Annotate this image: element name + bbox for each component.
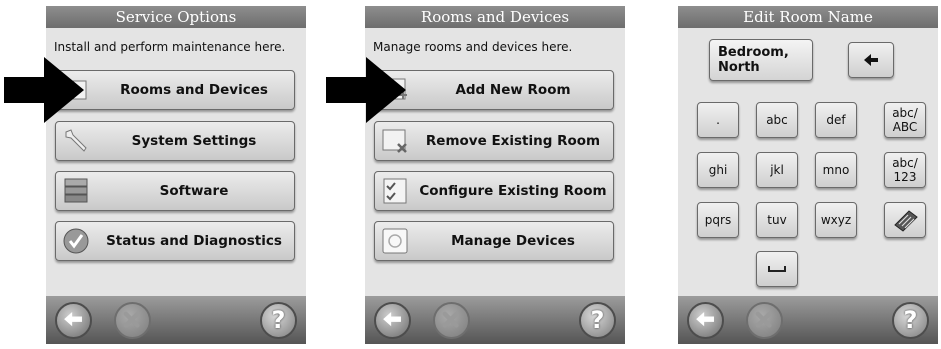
remove-existing-room-button[interactable]: Remove Existing Room (374, 121, 614, 161)
back-arrow-icon (696, 312, 714, 327)
key-space[interactable] (756, 251, 798, 287)
cancel-button[interactable] (746, 302, 783, 339)
device-icon (382, 228, 408, 254)
bottom-toolbar: ? (365, 296, 625, 344)
bottom-toolbar: ? (678, 296, 938, 344)
backspace-button[interactable] (848, 42, 894, 78)
help-icon: ? (590, 306, 605, 334)
checkmark-icon (63, 228, 89, 254)
remove-room-icon (382, 129, 407, 153)
screen-subtitle: Install and perform maintenance here. (54, 40, 286, 54)
help-icon: ? (903, 306, 918, 334)
cancel-button[interactable] (114, 302, 151, 339)
software-button[interactable]: Software (55, 171, 295, 211)
button-label: System Settings (131, 133, 257, 149)
back-button[interactable] (374, 302, 411, 339)
key-mno[interactable]: mno (815, 152, 857, 188)
key-ghi[interactable]: ghi (697, 152, 739, 188)
screen-subtitle: Manage rooms and devices here. (373, 40, 573, 54)
screen-title: Service Options (46, 6, 306, 28)
key-case-toggle[interactable]: abc/ ABC (884, 102, 926, 138)
cancel-button[interactable] (433, 302, 470, 339)
button-label: Configure Existing Room (419, 183, 607, 199)
key-abc[interactable]: abc (756, 102, 798, 138)
status-and-diagnostics-button[interactable]: Status and Diagnostics (55, 221, 295, 261)
key-pqrs[interactable]: pqrs (697, 202, 739, 238)
key-numeric-toggle[interactable]: abc/ 123 (884, 152, 926, 188)
space-bar-icon (768, 266, 786, 272)
help-button[interactable]: ? (260, 302, 297, 339)
button-label: Manage Devices (451, 233, 575, 249)
system-settings-button[interactable]: System Settings (55, 121, 295, 161)
manage-devices-button[interactable]: Manage Devices (374, 221, 614, 261)
configure-checklist-icon (383, 178, 407, 204)
help-icon: ? (271, 306, 286, 334)
cancel-x-icon (755, 311, 772, 328)
button-label: Remove Existing Room (425, 133, 601, 149)
wrench-icon (65, 129, 87, 152)
add-new-room-button[interactable]: Add New Room (374, 70, 614, 110)
cancel-x-icon (442, 311, 459, 328)
cancel-x-icon (123, 311, 140, 328)
screen-title: Edit Room Name (678, 6, 938, 28)
configure-existing-room-button[interactable]: Configure Existing Room (374, 171, 614, 211)
button-label: Status and Diagnostics (106, 233, 282, 249)
key-period[interactable]: . (697, 102, 739, 138)
edit-room-name-screen: Edit Room Name Bedroom, North . abc def … (678, 6, 938, 344)
pointer-arrow-icon (4, 57, 84, 123)
rooms-and-devices-button[interactable]: Rooms and Devices (55, 70, 295, 110)
software-stack-icon (64, 178, 88, 203)
screen-title: Rooms and Devices (365, 6, 625, 28)
keyboard-icon (894, 210, 918, 232)
pointer-arrow-icon (326, 57, 406, 123)
back-arrow-icon (64, 312, 82, 327)
room-name-field[interactable]: Bedroom, North (709, 39, 813, 81)
button-label: Rooms and Devices (120, 82, 268, 98)
help-button[interactable]: ? (579, 302, 616, 339)
back-button[interactable] (687, 302, 724, 339)
back-arrow-icon (383, 312, 401, 327)
button-label: Software (159, 183, 229, 199)
keyboard-button[interactable] (884, 202, 926, 238)
bottom-toolbar: ? (46, 296, 306, 344)
back-button[interactable] (55, 302, 92, 339)
key-wxyz[interactable]: wxyz (815, 202, 857, 238)
backspace-arrow-icon (864, 54, 878, 66)
button-label: Add New Room (455, 82, 571, 98)
help-button[interactable]: ? (892, 302, 929, 339)
key-def[interactable]: def (815, 102, 857, 138)
key-jkl[interactable]: jkl (756, 152, 798, 188)
key-tuv[interactable]: tuv (756, 202, 798, 238)
